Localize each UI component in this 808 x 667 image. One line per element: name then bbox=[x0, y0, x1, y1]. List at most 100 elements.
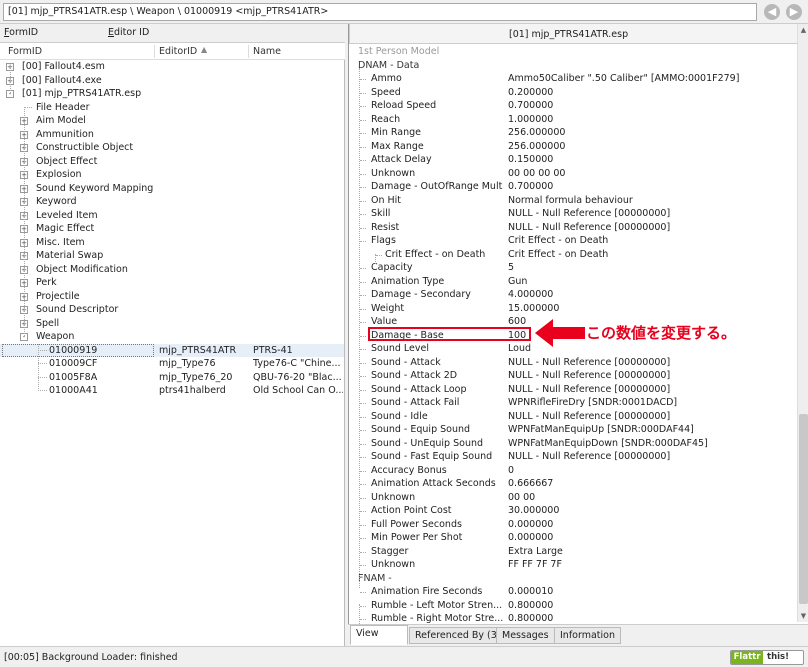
record-field-row[interactable]: Animation Attack Seconds 0.666667 bbox=[349, 477, 797, 491]
record-field-row[interactable]: Damage - OutOfRange Mult 0.700000 bbox=[349, 180, 797, 194]
field-value[interactable]: 5 bbox=[508, 261, 793, 275]
record-field-row[interactable]: Capacity 5 bbox=[349, 261, 797, 275]
field-value[interactable]: Extra Large bbox=[508, 545, 793, 559]
column-separator[interactable] bbox=[154, 45, 155, 58]
record-field-row[interactable]: Rumble - Left Motor Stren... 0.800000 bbox=[349, 599, 797, 613]
table-row[interactable]: 01000A41 ptrs41halberd Old School Can O... bbox=[0, 384, 344, 398]
field-value[interactable]: 00 00 bbox=[508, 491, 793, 505]
field-value[interactable]: NULL - Null Reference [00000000] bbox=[508, 410, 793, 424]
column-formid[interactable]: FormID bbox=[8, 46, 42, 57]
field-value[interactable]: WPNFatManEquipUp [SNDR:000DAF44] bbox=[508, 423, 793, 437]
field-value[interactable]: NULL - Null Reference [00000000] bbox=[508, 207, 793, 221]
record-field-row[interactable]: Sound - UnEquip Sound WPNFatManEquipDown … bbox=[349, 437, 797, 451]
field-value[interactable]: 0.000010 bbox=[508, 585, 793, 599]
record-field-row[interactable]: Animation Fire Seconds 0.000010 bbox=[349, 585, 797, 599]
tree-item[interactable]: + Spell bbox=[0, 317, 344, 331]
tab-messages[interactable]: Messages bbox=[496, 627, 555, 644]
record-field-row[interactable]: DNAM - Data bbox=[349, 59, 797, 73]
record-field-row[interactable]: Unknown FF FF 7F 7F bbox=[349, 558, 797, 572]
field-value[interactable]: 4.000000 bbox=[508, 288, 793, 302]
record-field-row[interactable]: Animation Type Gun bbox=[349, 275, 797, 289]
record-field-row[interactable]: Ammo Ammo50Caliber ".50 Caliber" [AMMO:00… bbox=[349, 72, 797, 86]
tree-item[interactable]: + Object Effect bbox=[0, 155, 344, 169]
field-value[interactable]: Crit Effect - on Death bbox=[508, 248, 793, 262]
tree-item[interactable]: + Keyword bbox=[0, 195, 344, 209]
record-field-row[interactable]: Sound - Attack Loop NULL - Null Reference… bbox=[349, 383, 797, 397]
search-tab-editorid[interactable]: Editor ID bbox=[108, 27, 149, 38]
tree-item[interactable]: + Explosion bbox=[0, 168, 344, 182]
field-value[interactable]: 30.000000 bbox=[508, 504, 793, 518]
tree-item[interactable]: + Ammunition bbox=[0, 128, 344, 142]
field-value[interactable]: 15.000000 bbox=[508, 302, 793, 316]
field-value[interactable]: 0 bbox=[508, 464, 793, 478]
field-value[interactable]: 0.000000 bbox=[508, 531, 793, 545]
field-value[interactable]: NULL - Null Reference [00000000] bbox=[508, 356, 793, 370]
tree-item[interactable]: + Sound Keyword Mapping bbox=[0, 182, 344, 196]
record-field-row[interactable]: Damage - Secondary 4.000000 bbox=[349, 288, 797, 302]
table-row[interactable]: 01005F8A mjp_Type76_20 QBU-76-20 "Blac... bbox=[0, 371, 344, 385]
record-field-row[interactable]: Resist NULL - Null Reference [00000000] bbox=[349, 221, 797, 235]
record-field-row[interactable]: Sound - Fast Equip Sound NULL - Null Refe… bbox=[349, 450, 797, 464]
record-field-row[interactable]: Flags Crit Effect - on Death bbox=[349, 234, 797, 248]
record-field-row[interactable]: Speed 0.200000 bbox=[349, 86, 797, 100]
field-value[interactable]: 00 00 00 00 bbox=[508, 167, 793, 181]
record-field-row[interactable]: On Hit Normal formula behaviour bbox=[349, 194, 797, 208]
record-field-row[interactable]: Sound - Equip Sound WPNFatManEquipUp [SND… bbox=[349, 423, 797, 437]
tab-information[interactable]: Information bbox=[554, 627, 621, 644]
tree-item[interactable]: + [00] Fallout4.esm bbox=[0, 60, 344, 74]
field-value[interactable]: 0.700000 bbox=[508, 180, 793, 194]
tree-item[interactable]: + Projectile bbox=[0, 290, 344, 304]
column-name[interactable]: Name bbox=[253, 46, 281, 57]
tree-item[interactable]: + Sound Descriptor bbox=[0, 303, 344, 317]
record-field-row[interactable]: Max Range 256.000000 bbox=[349, 140, 797, 154]
field-value[interactable]: NULL - Null Reference [00000000] bbox=[508, 369, 793, 383]
field-value[interactable]: 0.000000 bbox=[508, 518, 793, 532]
search-tab-formid[interactable]: FormID bbox=[4, 27, 38, 38]
field-value[interactable]: NULL - Null Reference [00000000] bbox=[508, 221, 793, 235]
record-field-row[interactable]: Skill NULL - Null Reference [00000000] bbox=[349, 207, 797, 221]
table-row[interactable]: 010009CF mjp_Type76 Type76-C "Chine... bbox=[0, 357, 344, 371]
record-field-row[interactable]: Stagger Extra Large bbox=[349, 545, 797, 559]
record-field-row[interactable]: Full Power Seconds 0.000000 bbox=[349, 518, 797, 532]
column-editorid[interactable]: EditorID bbox=[159, 46, 197, 57]
scroll-down-icon[interactable]: ▼ bbox=[798, 610, 808, 622]
field-value[interactable]: 0.666667 bbox=[508, 477, 793, 491]
record-field-row[interactable]: Attack Delay 0.150000 bbox=[349, 153, 797, 167]
record-field-row[interactable]: Reach 1.000000 bbox=[349, 113, 797, 127]
field-value[interactable]: NULL - Null Reference [00000000] bbox=[508, 450, 793, 464]
tree-item[interactable]: + Material Swap bbox=[0, 249, 344, 263]
table-row[interactable]: 01000919 mjp_PTRS41ATR PTRS-41 bbox=[0, 343, 344, 357]
record-field-row[interactable]: Sound - Attack NULL - Null Reference [000… bbox=[349, 356, 797, 370]
record-field-row[interactable]: 1st Person Model bbox=[349, 45, 797, 59]
record-field-row[interactable]: Sound - Attack 2D NULL - Null Reference [… bbox=[349, 369, 797, 383]
back-icon[interactable]: ◀ bbox=[764, 4, 780, 20]
column-separator[interactable] bbox=[248, 45, 249, 58]
tab-referenced-by[interactable]: Referenced By (3) bbox=[409, 627, 507, 644]
forward-icon[interactable]: ▶ bbox=[786, 4, 802, 20]
field-value[interactable]: 1.000000 bbox=[508, 113, 793, 127]
field-value[interactable]: Gun bbox=[508, 275, 793, 289]
tree-item[interactable]: + Misc. Item bbox=[0, 236, 344, 250]
record-field-row[interactable]: Accuracy Bonus 0 bbox=[349, 464, 797, 478]
record-field-row[interactable]: Reload Speed 0.700000 bbox=[349, 99, 797, 113]
record-file-title[interactable]: [01] mjp_PTRS41ATR.esp bbox=[509, 29, 628, 40]
tree-item[interactable]: + Magic Effect bbox=[0, 222, 344, 236]
field-value[interactable]: 256.000000 bbox=[508, 140, 793, 154]
record-field-row[interactable]: Weight 15.000000 bbox=[349, 302, 797, 316]
tree-item[interactable]: + Aim Model bbox=[0, 114, 344, 128]
tree-item[interactable]: + Object Modification bbox=[0, 263, 344, 277]
tree-item[interactable]: - Weapon bbox=[0, 330, 344, 344]
field-value[interactable]: 256.000000 bbox=[508, 126, 793, 140]
vertical-scrollbar[interactable]: ▲ ▼ bbox=[797, 24, 808, 622]
record-field-row[interactable]: Action Point Cost 30.000000 bbox=[349, 504, 797, 518]
record-field-row[interactable]: Min Range 256.000000 bbox=[349, 126, 797, 140]
field-value[interactable]: 0.150000 bbox=[508, 153, 793, 167]
record-field-row[interactable]: Sound - Attack Fail WPNRifleFireDry [SNDR… bbox=[349, 396, 797, 410]
field-value[interactable]: Crit Effect - on Death bbox=[508, 234, 793, 248]
field-value[interactable]: WPNRifleFireDry [SNDR:0001DACD] bbox=[508, 396, 793, 410]
tree-item[interactable]: - [01] mjp_PTRS41ATR.esp bbox=[0, 87, 344, 101]
field-value[interactable]: Normal formula behaviour bbox=[508, 194, 793, 208]
scroll-thumb[interactable] bbox=[799, 414, 808, 604]
record-field-row[interactable]: Sound - Idle NULL - Null Reference [00000… bbox=[349, 410, 797, 424]
tree-item[interactable]: + [00] Fallout4.exe bbox=[0, 74, 344, 88]
